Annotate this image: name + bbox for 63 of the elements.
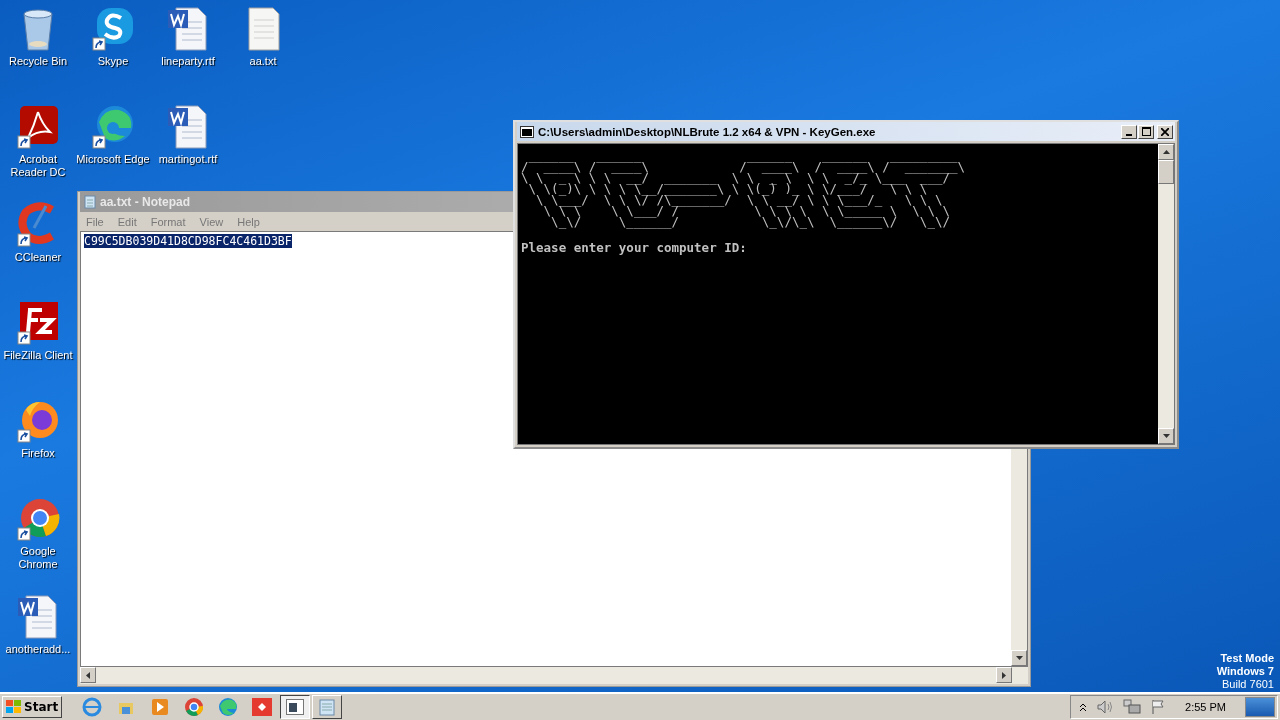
- maximize-icon: [1141, 127, 1151, 136]
- skype-icon[interactable]: [91, 6, 135, 52]
- window-title: C:\Users\admin\Desktop\NLBrute 1.2 x64 & VPN - KeyGen.exe: [538, 125, 877, 138]
- menu-item[interactable]: File: [86, 215, 104, 228]
- scroll-down-button[interactable]: [1011, 650, 1027, 666]
- close-button[interactable]: [1157, 124, 1173, 139]
- console-icon: [286, 699, 305, 715]
- down-arrow-icon: [1015, 656, 1023, 660]
- icon-label[interactable]: FileZilla Client: [3, 349, 73, 362]
- down-arrow-icon: [1162, 434, 1170, 438]
- edge-icon[interactable]: [91, 104, 135, 150]
- menu-item[interactable]: View: [199, 215, 224, 228]
- ascii-art: ______ ______ ______ ______ _________ / ____\ / ____\ / ____\ / ____\ / _______\ \ \ _ \ \ \ __/ _______ \ \ _ \ \ \ _/_ \___ ___/ \ \(_)\ \ \ \ \__/_______\ \ \(_) )_ \ \/___/ \ \ \ \ \___/ \ \ \/ /\_______/ \ \ __/ \ \ \___/_ \ \ \ \ \ \ \ \___/ / \ \ \ \ \ \_____ \ \ \ \ \_\/ \______/ \_\/\_\ \______\/ \_\/: [521, 150, 965, 227]
- right-arrow-icon: [1002, 671, 1006, 679]
- chevron-up-icon[interactable]: [1079, 702, 1088, 712]
- icon-label[interactable]: lineparty.rtf: [161, 55, 215, 68]
- system-info-text: Test Mode: [1220, 652, 1274, 665]
- icon-label[interactable]: Acrobat Reader DC: [1, 153, 75, 179]
- notepad-icon: [319, 698, 336, 716]
- selected-text: C99C5DB039D41D8CD98FC4C461D3BF: [84, 234, 292, 248]
- icon-label[interactable]: Skype: [97, 55, 129, 68]
- document-icon[interactable]: [166, 104, 210, 150]
- maximize-button[interactable]: [1138, 124, 1154, 139]
- filezilla-icon[interactable]: [16, 300, 60, 346]
- document-icon[interactable]: [16, 594, 60, 640]
- window-title: aa.txt - Notepad: [100, 195, 190, 209]
- windows-logo-icon: [6, 700, 22, 714]
- left-arrow-icon: [86, 671, 90, 679]
- chrome-icon[interactable]: [184, 697, 205, 717]
- system-info-text: Windows 7: [1216, 665, 1274, 678]
- icon-label[interactable]: martingot.rtf: [158, 153, 218, 166]
- menu-item[interactable]: Edit: [117, 215, 137, 228]
- icon-label[interactable]: Microsoft Edge: [76, 153, 150, 166]
- icon-label[interactable]: CCleaner: [14, 251, 62, 264]
- minimize-icon: [1126, 133, 1132, 136]
- console-icon: [520, 125, 534, 138]
- document-icon[interactable]: [166, 6, 210, 52]
- media-player-icon[interactable]: [150, 697, 171, 717]
- icon-label[interactable]: Firefox: [21, 447, 55, 460]
- acrobat-icon[interactable]: [16, 104, 60, 150]
- clock[interactable]: 2:55 PM: [1185, 701, 1226, 713]
- scroll-thumb[interactable]: [1158, 160, 1174, 184]
- chrome-icon[interactable]: [16, 496, 60, 542]
- icon-label[interactable]: aa.txt: [249, 55, 277, 68]
- start-button[interactable]: Start: [2, 696, 63, 718]
- vertical-scrollbar[interactable]: [1158, 144, 1174, 444]
- notepad-icon: [84, 195, 96, 209]
- icon-label[interactable]: anotheradd...: [5, 643, 71, 656]
- icon-label[interactable]: Google Chrome: [1, 545, 75, 571]
- menu-item[interactable]: Format: [150, 215, 186, 228]
- horizontal-scrollbar[interactable]: [80, 667, 1028, 684]
- taskbar-button[interactable]: [280, 695, 311, 719]
- icon-label[interactable]: Recycle Bin: [8, 55, 68, 68]
- network-icon[interactable]: [1123, 699, 1142, 715]
- close-icon: [1161, 127, 1169, 136]
- remote-desktop-icon[interactable]: [252, 697, 273, 717]
- console-prompt: Please enter your computer ID:: [521, 240, 747, 255]
- system-info-text: Build 7601: [1222, 678, 1274, 691]
- up-arrow-icon: [1162, 150, 1170, 154]
- menu-item[interactable]: Help: [237, 215, 260, 228]
- flag-icon[interactable]: [1150, 699, 1167, 715]
- minimize-button[interactable]: [1121, 124, 1137, 139]
- speaker-icon[interactable]: [1096, 699, 1115, 715]
